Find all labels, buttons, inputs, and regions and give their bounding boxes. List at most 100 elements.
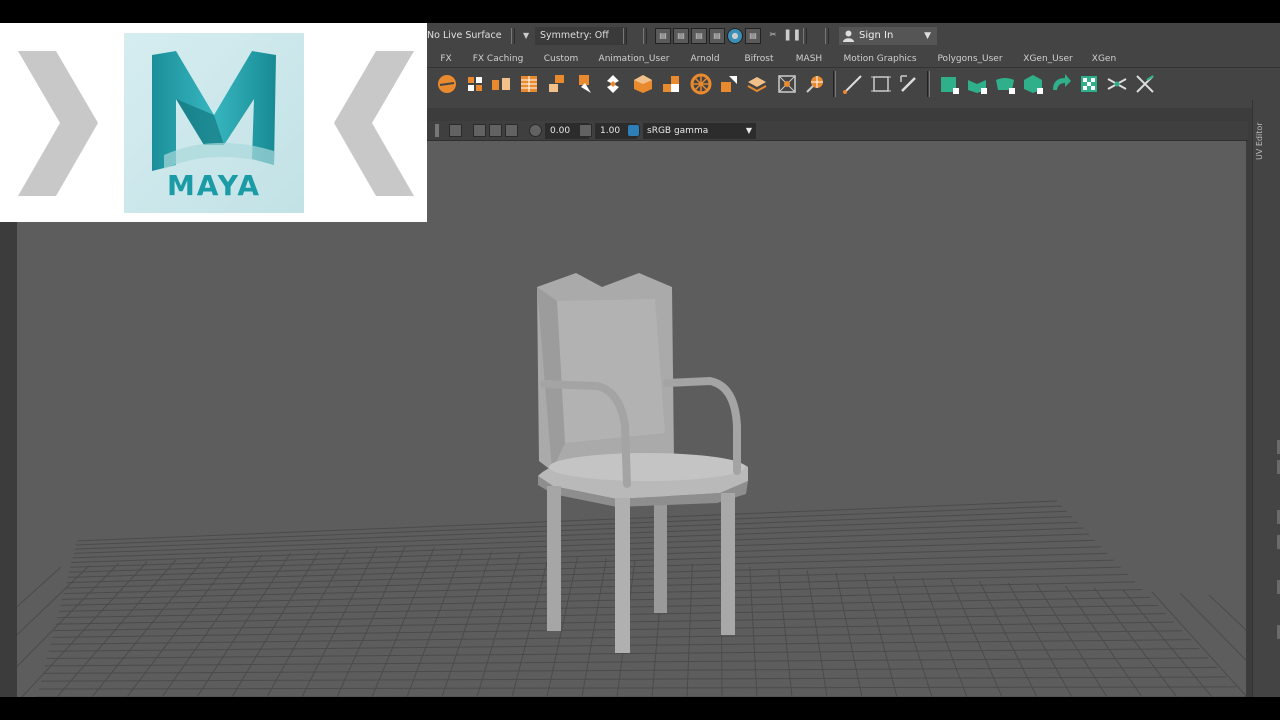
shelf-tab-bifrost[interactable]: Bifrost [737,49,781,68]
chair-front-leg-left [547,486,561,631]
wheel-icon[interactable] [689,72,713,96]
symmetry-dropdown[interactable]: Symmetry: Off [535,27,627,45]
grid-line [64,559,1115,589]
live-surface-label[interactable]: No Live Surface [427,27,502,45]
grid-line [52,621,1174,638]
xray-joints-icon[interactable] [489,124,502,137]
grid-line [1065,585,1143,697]
render-frame-icon[interactable]: ▤ [655,28,671,44]
grid-line [72,521,1078,559]
sign-in-label: Sign In [859,30,894,41]
status-line: No Live Surface ▼ Symmetry: Off ▤ ▤ ▤ ▤ … [427,23,1280,49]
shelf-tab-fx[interactable]: FX [435,49,457,68]
uv-editor-label: UV Editor [1255,122,1264,160]
green-cube-icon[interactable] [937,72,961,96]
curve-pencil-icon[interactable] [841,72,865,96]
grid-line [56,559,177,697]
grid-line [1208,594,1246,631]
render-settings-icon[interactable]: ▤ [709,28,725,44]
maya-wordmark: MAYA [166,169,262,202]
grid-distribute-icon[interactable] [517,72,541,96]
color-management-icon[interactable] [627,124,640,137]
shelf-gap [427,100,1280,108]
cube-stack-icon[interactable] [659,72,683,96]
isolate-select-icon[interactable] [449,124,462,137]
right-side-panel: UV Editor [1252,100,1280,697]
shelf-tab-animation-user[interactable]: Animation_User [595,49,673,68]
grid-line [371,547,435,697]
grid-line [75,505,1062,546]
shelf-tab-xgen[interactable]: XGen [1087,49,1121,68]
grid-line [196,552,292,697]
grid-line [581,558,607,697]
ipr-render-icon[interactable]: ▤ [691,28,707,44]
instancer-icon[interactable] [489,72,513,96]
render-sequence-icon[interactable]: ▤ [673,28,689,44]
grid-line [1007,582,1073,697]
grid-line [54,613,1166,632]
shelf-tab-xgen-user[interactable]: XGen_User [1017,49,1079,68]
checker-icon[interactable] [1077,72,1101,96]
panel-toolbar: 0.00 1.00 sRGB gamma ▼ [427,121,1248,141]
green-shell-icon[interactable] [965,72,989,96]
grid-line [950,579,1003,697]
symmetry-caret-icon[interactable]: ▼ [523,27,529,45]
grid-line [778,568,793,697]
grid-line [749,566,758,697]
cube-array-icon[interactable] [573,72,597,96]
brush-icon[interactable] [897,72,921,96]
cube-icon[interactable] [631,72,655,96]
top-black-band [0,0,1280,23]
grid-line [406,549,464,697]
green-bowl-icon[interactable] [993,72,1017,96]
status-separator [825,28,829,44]
shelf-icon-bar [427,68,1280,100]
frame-box-icon[interactable] [775,72,799,96]
sign-in-button[interactable]: Sign In ▼ [839,27,937,45]
grid-line [126,556,234,697]
sphere-cluster-icon[interactable] [803,72,827,96]
cut-edges-icon[interactable] [1133,72,1157,96]
shelf-tab-polygons-user[interactable]: Polygons_User [931,49,1009,68]
green-box-icon[interactable] [1021,72,1045,96]
maya-logo-overlay: MAYA [0,23,427,222]
shelf-separator [927,71,930,97]
chair-backrest-panel [557,299,665,443]
pause-icon[interactable]: ❚❚ [783,28,801,44]
user-icon [843,30,854,42]
grid-line [39,686,1237,690]
ground-grid [17,500,1246,697]
bottom-black-band [0,697,1280,720]
shelf-tab-custom[interactable]: Custom [537,49,585,68]
xray-icon[interactable] [473,124,486,137]
perspective-viewport[interactable] [17,141,1246,697]
shelf-tab-arnold[interactable]: Arnold [681,49,729,68]
grid-line [921,577,968,697]
diamond-scatter-icon[interactable] [601,72,625,96]
flat-layer-icon[interactable] [745,72,769,96]
green-arrow-icon[interactable] [1049,72,1073,96]
status-separator [623,28,627,44]
shelf-tab-motion-graphics[interactable]: Motion Graphics [837,49,923,68]
breakout-icon[interactable] [717,72,741,96]
motion-graphics-icon[interactable] [435,72,459,96]
gamma-icon[interactable] [579,124,592,137]
grid-line [1179,592,1246,661]
grid-line [74,510,1067,550]
exposure-icon[interactable] [529,124,542,137]
uv-editor-tab[interactable]: UV Editor [1255,114,1267,162]
cube-grid-icon[interactable] [463,72,487,96]
render-view-icon[interactable]: ▤ [745,28,761,44]
stack-blocks-icon[interactable] [545,72,569,96]
shelf-tab-mash[interactable]: MASH [789,49,829,68]
maya-logo-icon: MAYA [124,33,304,213]
status-separator [643,28,647,44]
shelf-tab-fx-caching[interactable]: FX Caching [469,49,527,68]
xray-components-icon[interactable] [505,124,518,137]
chevron-down-icon: ▼ [745,126,752,135]
hypershade-icon[interactable]: ● [727,28,743,44]
sew-edges-icon[interactable] [1105,72,1129,96]
toggle-icon[interactable]: ✂ [765,28,781,44]
color-space-dropdown[interactable]: sRGB gamma ▼ [643,123,756,139]
bounding-frame-icon[interactable] [869,72,893,96]
